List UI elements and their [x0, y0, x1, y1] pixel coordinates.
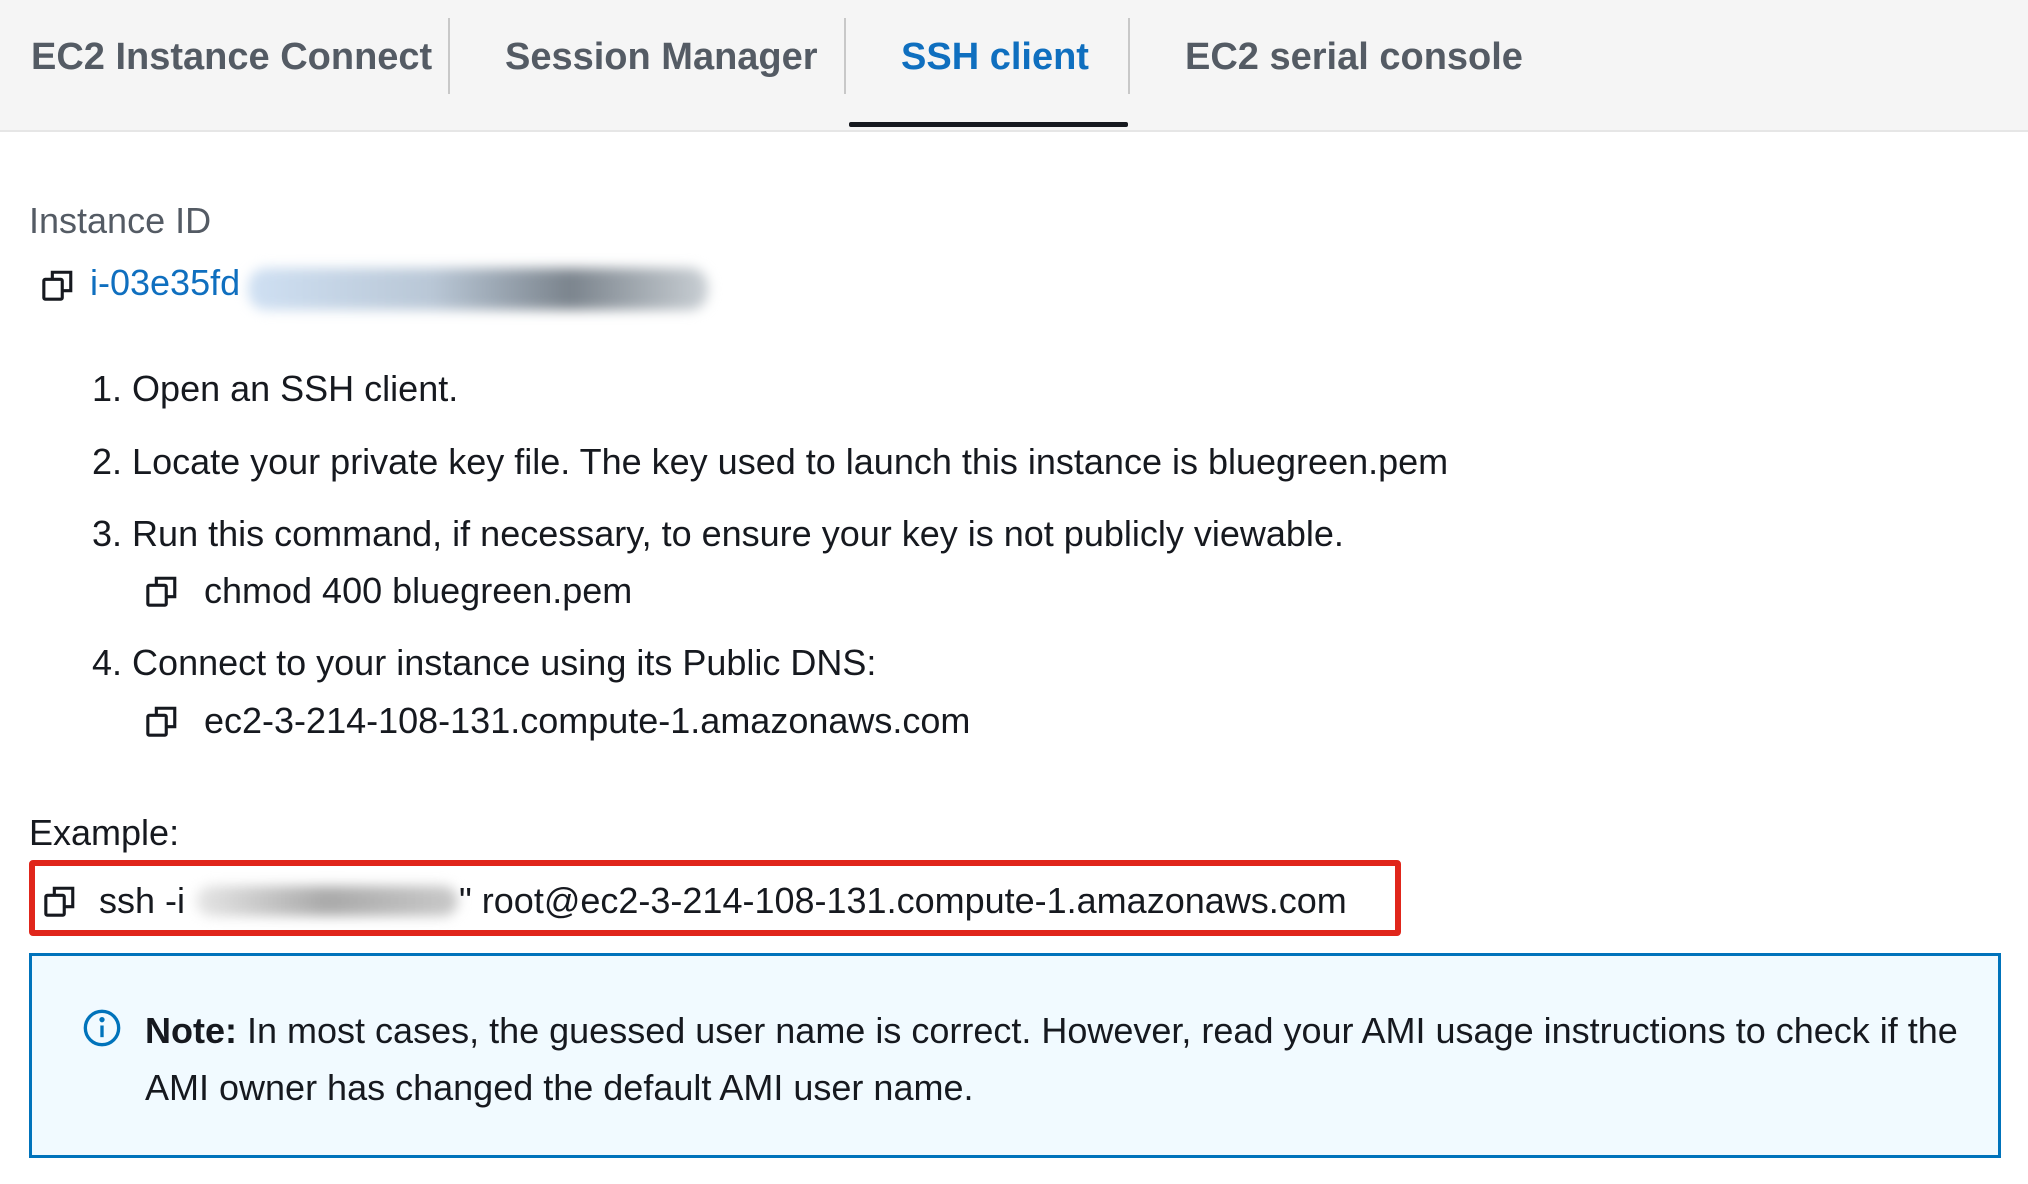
note-body: In most cases, the guessed user name is … — [145, 1010, 1958, 1108]
note-message: Note: In most cases, the guessed user na… — [145, 1002, 1965, 1116]
tab-session-manager[interactable]: Session Manager — [505, 0, 818, 114]
copy-icon[interactable] — [145, 704, 179, 738]
example-label: Example: — [29, 812, 180, 853]
tab-ec2-serial-console[interactable]: EC2 serial console — [1185, 0, 1523, 114]
ssh-command-prefix: ssh -i — [99, 880, 186, 921]
copy-icon[interactable] — [145, 574, 179, 608]
tab-ec2-instance-connect[interactable]: EC2 Instance Connect — [31, 0, 432, 114]
redacted-key-path — [196, 886, 458, 916]
instance-id-label: Instance ID — [29, 200, 212, 241]
tab-ssh-client[interactable]: SSH client — [901, 0, 1089, 114]
copy-icon[interactable] — [43, 884, 77, 918]
step-number: 1. — [92, 368, 123, 409]
info-icon — [82, 1008, 122, 1048]
connect-tabs: EC2 Instance Connect Session Manager SSH… — [0, 0, 2028, 132]
step-number: 4. — [92, 642, 123, 683]
step-number: 3. — [92, 513, 123, 554]
ssh-client-panel: EC2 Instance Connect Session Manager SSH… — [0, 0, 2028, 1184]
step-text: Connect to your instance using its Publi… — [132, 642, 877, 683]
instance-id-link[interactable]: i-03e35fd — [90, 262, 240, 304]
redacted-instance-id — [248, 268, 708, 310]
step-1: 1. Open an SSH client. — [92, 368, 458, 410]
tab-divider — [844, 18, 846, 94]
step-text: Run this command, if necessary, to ensur… — [132, 513, 1344, 554]
chmod-command: chmod 400 bluegreen.pem — [204, 570, 633, 611]
step-2: 2. Locate your private key file. The key… — [92, 441, 1448, 483]
ssh-command-target: " root@ec2-3-214-108-131.compute-1.amazo… — [459, 880, 1347, 921]
step-3: 3. Run this command, if necessary, to en… — [92, 513, 1344, 555]
tab-divider — [448, 18, 450, 94]
step-text: Open an SSH client. — [132, 368, 459, 409]
note-label: Note: — [145, 1010, 237, 1051]
tab-divider — [1128, 18, 1130, 94]
copy-icon[interactable] — [41, 268, 75, 302]
step-4: 4. Connect to your instance using its Pu… — [92, 642, 876, 684]
active-tab-indicator — [849, 122, 1128, 127]
step-text: Locate your private key file. The key us… — [132, 441, 1449, 482]
step-number: 2. — [92, 441, 123, 482]
public-dns-value: ec2-3-214-108-131.compute-1.amazonaws.co… — [204, 700, 971, 741]
